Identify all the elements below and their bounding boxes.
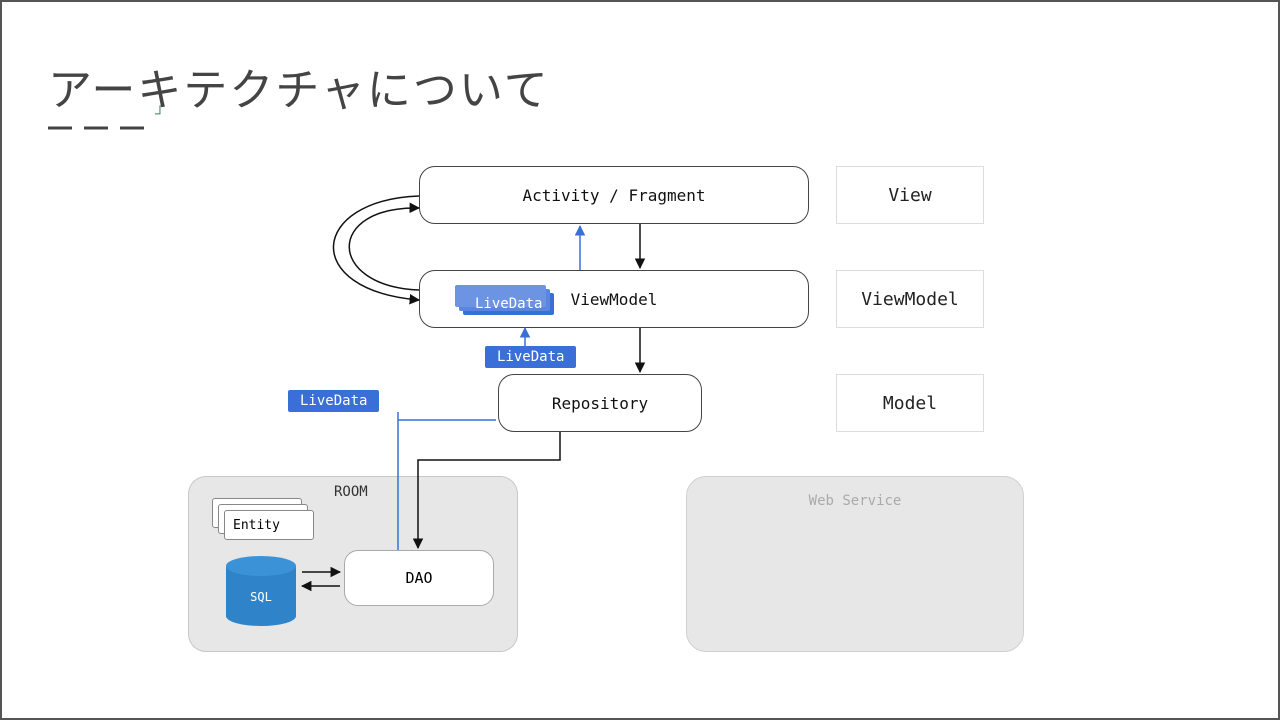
livedata-tag-repository: LiveData — [485, 346, 576, 368]
layer-label-model: Model — [836, 374, 984, 432]
title-underline — [48, 120, 168, 136]
web-service-container: Web Service — [686, 476, 1024, 652]
web-service-label: Web Service — [687, 493, 1023, 509]
activity-fragment-box: Activity / Fragment — [419, 166, 809, 224]
layer-label-view: View — [836, 166, 984, 224]
repository-box-label: Repository — [552, 394, 648, 413]
repository-box: Repository — [498, 374, 702, 432]
room-title: ROOM — [334, 484, 368, 500]
livedata-tag-viewmodel: LiveData — [463, 293, 554, 315]
corner-mark-icon: ┘ — [155, 105, 165, 121]
dao-box: DAO — [344, 550, 494, 606]
viewmodel-box-label: ViewModel — [571, 290, 658, 309]
layer-label-viewmodel: ViewModel — [836, 270, 984, 328]
page-title: アーキテクチャについて — [48, 54, 550, 118]
entity-card-front: Entity — [224, 510, 314, 540]
activity-fragment-label: Activity / Fragment — [522, 186, 705, 205]
livedata-tag-dao: LiveData — [288, 390, 379, 412]
